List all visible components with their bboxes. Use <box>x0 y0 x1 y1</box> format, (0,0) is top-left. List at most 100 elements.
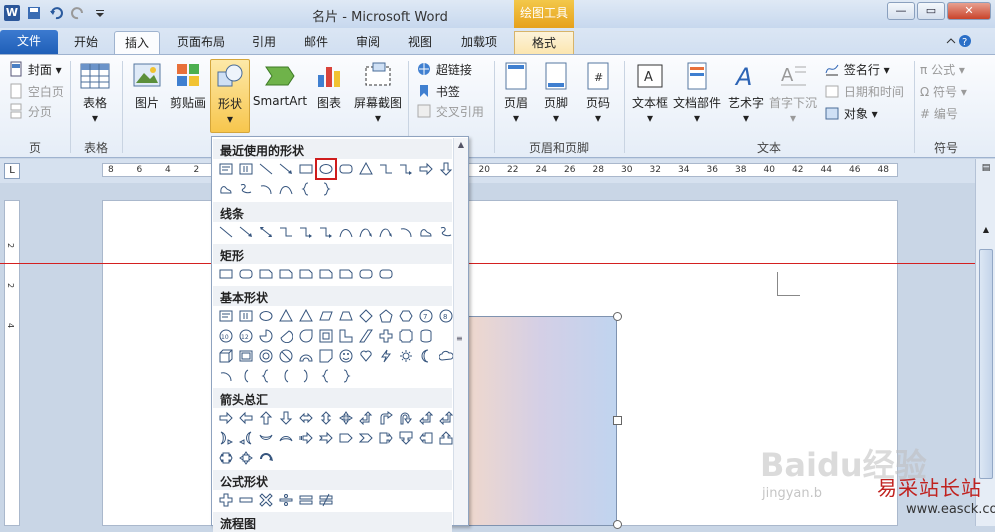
scribble-shape-icon[interactable] <box>237 180 255 198</box>
cross-reference-button[interactable]: 交叉引用 <box>416 103 484 122</box>
page-break-button[interactable]: 分页 <box>8 103 52 122</box>
vertical-ruler[interactable]: 2 2 4 <box>4 200 20 526</box>
lshape-shape-icon[interactable] <box>337 327 355 345</box>
vertical-scrollbar[interactable]: ▤ ▲ <box>975 159 995 526</box>
vertical-text-box-shape-icon[interactable] <box>237 160 255 178</box>
scroll-up-icon[interactable]: ▲ <box>454 138 468 152</box>
dblarrow-shape-icon[interactable] <box>257 223 275 241</box>
elbow-shape-icon[interactable] <box>277 223 295 241</box>
tab-selector[interactable]: L <box>4 163 20 179</box>
plaque-shape-icon[interactable] <box>397 327 415 345</box>
bookmark-button[interactable]: 书签 <box>416 83 460 102</box>
shapes-button[interactable]: 形状 ▾ <box>210 59 250 133</box>
footer-button[interactable]: 页脚 ▾ <box>540 61 572 125</box>
tab-page-layout[interactable]: 页面布局 <box>168 31 234 54</box>
curve-shape-icon[interactable] <box>277 180 295 198</box>
line-shape-icon[interactable] <box>217 223 235 241</box>
lbracket-shape-icon[interactable] <box>237 367 255 385</box>
maximize-button[interactable]: ▭ <box>917 2 945 20</box>
snip-shape-icon[interactable] <box>337 265 355 283</box>
tab-view[interactable]: 视图 <box>400 31 440 54</box>
tab-mailings[interactable]: 邮件 <box>296 31 336 54</box>
pentagonarrow-shape-icon[interactable] <box>337 429 355 447</box>
snip-shape-icon[interactable] <box>277 265 295 283</box>
rbrace-shape-icon[interactable] <box>337 367 355 385</box>
lbrace-shape-icon[interactable] <box>317 367 335 385</box>
vertical-text-box-shape-icon[interactable] <box>237 307 255 325</box>
help-icon[interactable]: ? <box>945 34 973 51</box>
striped-shape-icon[interactable] <box>297 429 315 447</box>
rarrow-shape-icon[interactable] <box>217 409 235 427</box>
rectangle-shape-icon[interactable] <box>297 160 315 178</box>
plus-shape-icon[interactable] <box>217 491 235 509</box>
oval-shape-icon[interactable] <box>257 307 275 325</box>
triangle-shape-icon[interactable] <box>357 160 375 178</box>
hyperlink-button[interactable]: 超链接 <box>416 61 472 80</box>
hepta-shape-icon[interactable]: 7 <box>417 307 435 325</box>
page-number-button[interactable]: # 页码 ▾ <box>582 61 614 125</box>
chart-button[interactable]: 图表 <box>312 61 346 111</box>
snip-shape-icon[interactable] <box>257 265 275 283</box>
dodeca-shape-icon[interactable]: 12 <box>237 327 255 345</box>
rbrace-shape-icon[interactable] <box>317 180 335 198</box>
text-box-shape-icon[interactable] <box>217 307 235 325</box>
view-ruler-icon[interactable]: ▤ <box>979 163 993 177</box>
text-box-shape-icon[interactable] <box>217 160 235 178</box>
resize-handle[interactable] <box>613 520 622 529</box>
clipart-button[interactable]: 剪贴画 <box>168 61 208 111</box>
smartart-button[interactable]: SmartArt <box>252 61 308 108</box>
circular-shape-icon[interactable] <box>257 449 275 467</box>
cube-shape-icon[interactable] <box>217 347 235 365</box>
tab-file[interactable]: 文件 <box>0 30 58 54</box>
leftupbend-shape-icon[interactable] <box>417 409 435 427</box>
lbrace-shape-icon[interactable] <box>297 180 315 198</box>
nosym-shape-icon[interactable] <box>277 347 295 365</box>
header-button[interactable]: 页眉 ▾ <box>500 61 532 125</box>
lrarrow-shape-icon[interactable] <box>297 409 315 427</box>
rcallout-shape-icon[interactable] <box>377 429 395 447</box>
can-shape-icon[interactable] <box>417 327 435 345</box>
drop-cap-button[interactable]: A 首字下沉 ▾ <box>768 61 818 125</box>
bevel-shape-icon[interactable] <box>237 347 255 365</box>
freeform-shape-icon[interactable] <box>217 180 235 198</box>
resize-handle[interactable] <box>613 416 622 425</box>
triangle-shape-icon[interactable] <box>277 307 295 325</box>
snip-shape-icon[interactable] <box>317 265 335 283</box>
picture-button[interactable]: 图片 <box>130 61 164 111</box>
cover-page-button[interactable]: 封面 ▾ <box>8 61 62 80</box>
arc-shape-icon[interactable] <box>397 223 415 241</box>
rounded-rectangle-shape-icon[interactable] <box>237 265 255 283</box>
tab-references[interactable]: 引用 <box>244 31 284 54</box>
tab-home[interactable]: 开始 <box>64 31 108 54</box>
chord-shape-icon[interactable] <box>277 327 295 345</box>
donut-shape-icon[interactable] <box>257 347 275 365</box>
diag-shape-icon[interactable] <box>357 327 375 345</box>
hexa-shape-icon[interactable] <box>397 307 415 325</box>
scrollbar-thumb[interactable] <box>979 249 993 479</box>
close-button[interactable]: ✕ <box>947 2 991 20</box>
elbowarrow-shape-icon[interactable] <box>397 160 415 178</box>
object-button[interactable]: 对象 ▾ <box>824 105 878 124</box>
heart-shape-icon[interactable] <box>357 347 375 365</box>
table-button[interactable]: 表格 ▾ <box>78 61 112 125</box>
neq-shape-icon[interactable] <box>317 491 335 509</box>
rounded-rectangle-shape-icon[interactable] <box>357 265 375 283</box>
rbracket-shape-icon[interactable] <box>297 367 315 385</box>
lrcallout-shape-icon[interactable] <box>217 449 235 467</box>
curvedl-shape-icon[interactable] <box>237 429 255 447</box>
elbowarrow-shape-icon[interactable] <box>297 223 315 241</box>
trap-shape-icon[interactable] <box>337 307 355 325</box>
quick-parts-button[interactable]: 文档部件 ▾ <box>672 61 722 125</box>
triangle-shape-icon[interactable] <box>297 307 315 325</box>
resize-handle[interactable] <box>613 312 622 321</box>
equal-shape-icon[interactable] <box>297 491 315 509</box>
screenshot-button[interactable]: 屏幕截图 ▾ <box>350 61 406 125</box>
curvedr-shape-icon[interactable] <box>217 429 235 447</box>
equation-button[interactable]: π 公式 ▾ <box>920 61 965 78</box>
diamond-shape-icon[interactable] <box>357 307 375 325</box>
deca-shape-icon[interactable]: 10 <box>217 327 235 345</box>
lbrace-shape-icon[interactable] <box>257 367 275 385</box>
lcallout-shape-icon[interactable] <box>417 429 435 447</box>
smiley-shape-icon[interactable] <box>337 347 355 365</box>
textbox-button[interactable]: A 文本框 ▾ <box>630 61 670 125</box>
